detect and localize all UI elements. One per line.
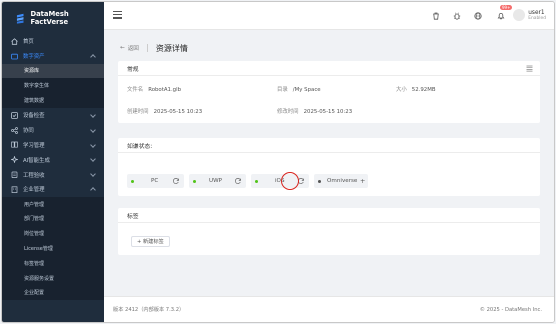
chevron-up-icon xyxy=(90,187,96,194)
chevron-down-icon xyxy=(90,156,96,163)
directory-value: /My Space xyxy=(292,87,321,93)
chevron-down-icon xyxy=(90,141,96,148)
sidebar-item-enterprise[interactable]: 企业管理 xyxy=(2,182,104,197)
created-time-field: 创建时间 2025-05-15 10:23 xyxy=(127,109,203,115)
version-text: 版本 2412（内部版本 7.3.2） xyxy=(113,307,185,313)
list-icon[interactable] xyxy=(526,65,533,72)
directory-field: 目录/My Space xyxy=(277,87,321,93)
status-dot xyxy=(131,179,134,183)
check-icon xyxy=(11,112,18,119)
add-tag-button[interactable]: + 新建标签 xyxy=(131,236,170,247)
modified-time-field: 修改时间 2025-05-15 10:23 xyxy=(277,109,353,115)
bug-icon[interactable] xyxy=(453,12,461,20)
menu-toggle-icon[interactable] xyxy=(113,11,122,19)
sidebar-item-enterprise-config[interactable]: 企业配置 xyxy=(2,285,104,301)
trash-icon[interactable] xyxy=(432,12,440,20)
notification-badge: 99+ xyxy=(500,5,513,10)
size-field: 大小 52.92MB xyxy=(396,87,436,93)
status-dot xyxy=(255,179,258,183)
tags-card: 标签 + 新建标签 xyxy=(118,208,540,255)
platform-chip-ios: iOS xyxy=(251,174,309,188)
sidebar-item-license[interactable]: License管理 xyxy=(2,241,104,256)
sidebar-item-digital-twin[interactable]: 数字孪生体 xyxy=(2,78,104,94)
sidebar-item-acceptance[interactable]: 工程验收 xyxy=(2,167,104,182)
main-content: ← 返回 资源详情 常规 文件名 RobotA1.glb 目录/My Space … xyxy=(104,30,554,322)
platform-chip-omniverse: Omniverse + xyxy=(314,174,368,188)
logo-icon xyxy=(16,13,24,24)
refresh-icon[interactable] xyxy=(172,177,180,185)
sidebar-item-device-check[interactable]: 设备检查 xyxy=(2,108,104,123)
chevron-down-icon xyxy=(90,171,96,178)
plus-icon[interactable]: + xyxy=(360,177,365,185)
back-button[interactable]: ← 返回 xyxy=(120,44,139,52)
sidebar-item-resource-service[interactable]: 资源服务设置 xyxy=(2,270,104,286)
home-icon xyxy=(11,38,18,45)
file-name-field: 文件名 RobotA1.glb xyxy=(127,87,181,93)
status-dot xyxy=(318,179,321,183)
platform-chip-pc: PC xyxy=(127,174,184,188)
build-status-title: 如谦状态: xyxy=(118,138,540,153)
globe-icon[interactable] xyxy=(474,12,482,20)
sidebar-item-digital-assets[interactable]: 数字资产 xyxy=(2,49,104,64)
share-icon xyxy=(11,126,18,134)
sidebar-item-learning[interactable]: 学习管理 xyxy=(2,138,104,153)
app-window: DataMesh FactVerse 首页 数字资产 资源库 数字孪生体 建筑数… xyxy=(1,1,555,323)
ai-icon xyxy=(11,156,18,164)
app-logo[interactable]: DataMesh FactVerse xyxy=(2,2,104,34)
status-dot xyxy=(193,179,196,183)
sidebar: DataMesh FactVerse 首页 数字资产 资源库 数字孪生体 建筑数… xyxy=(2,2,104,322)
building-icon xyxy=(11,186,18,193)
sidebar-item-ai[interactable]: AI智能生成 xyxy=(2,152,104,167)
arrow-left-icon: ← xyxy=(120,45,125,51)
sidebar-item-building-data[interactable]: 建筑数据 xyxy=(2,93,104,108)
bell-icon[interactable] xyxy=(497,12,505,20)
size-value: 52.92MB xyxy=(411,87,436,93)
general-card-title: 常规 xyxy=(118,61,540,76)
refresh-icon[interactable] xyxy=(234,177,242,185)
chevron-down-icon xyxy=(90,126,96,133)
top-header: 99+ user1 Enabled xyxy=(104,2,554,30)
sidebar-item-departments[interactable]: 部门管理 xyxy=(2,211,104,227)
sidebar-item-collaboration[interactable]: 协同 xyxy=(2,123,104,138)
sidebar-item-positions[interactable]: 岗位管理 xyxy=(2,226,104,242)
folder-icon xyxy=(11,53,18,60)
page-title: 资源详情 xyxy=(155,43,188,53)
chevron-up-icon xyxy=(90,54,96,61)
file-name-value: RobotA1.glb xyxy=(148,87,181,93)
user-name: user1 xyxy=(528,9,545,16)
divider xyxy=(146,44,148,52)
footer: 版本 2412（内部版本 7.3.2） © 2025 - DataMesh In… xyxy=(104,296,554,322)
sidebar-item-tags[interactable]: 标签管理 xyxy=(2,255,104,271)
sidebar-item-home[interactable]: 首页 xyxy=(2,34,104,49)
user-menu[interactable]: user1 Enabled xyxy=(513,9,546,21)
user-role: Enabled xyxy=(528,15,546,21)
app-name: DataMesh FactVerse xyxy=(30,10,69,26)
sidebar-menu: 首页 数字资产 资源库 数字孪生体 建筑数据 设备检查 协同 学习管理 AI智能… xyxy=(2,34,104,301)
platform-chip-uwp: UWP xyxy=(189,174,246,188)
book-icon xyxy=(11,141,18,149)
chevron-down-icon xyxy=(90,112,96,118)
clipboard-icon xyxy=(11,171,18,179)
created-time-value: 2025-05-15 10:23 xyxy=(153,109,203,115)
copyright-text: © 2025 - DataMesh Inc. xyxy=(479,306,542,313)
highlight-ring xyxy=(281,172,299,190)
sidebar-item-resource-library[interactable]: 资源库 xyxy=(2,63,104,79)
tags-title: 标签 xyxy=(118,208,540,223)
avatar xyxy=(513,9,526,21)
modified-time-value: 2025-05-15 10:23 xyxy=(303,109,353,115)
sidebar-item-users[interactable]: 用户管理 xyxy=(2,196,104,212)
build-status-card: 如谦状态: PC UWP iOS Omniverse + xyxy=(118,138,540,196)
general-card: 常规 文件名 RobotA1.glb 目录/My Space 大小 52.92MB … xyxy=(118,61,540,123)
